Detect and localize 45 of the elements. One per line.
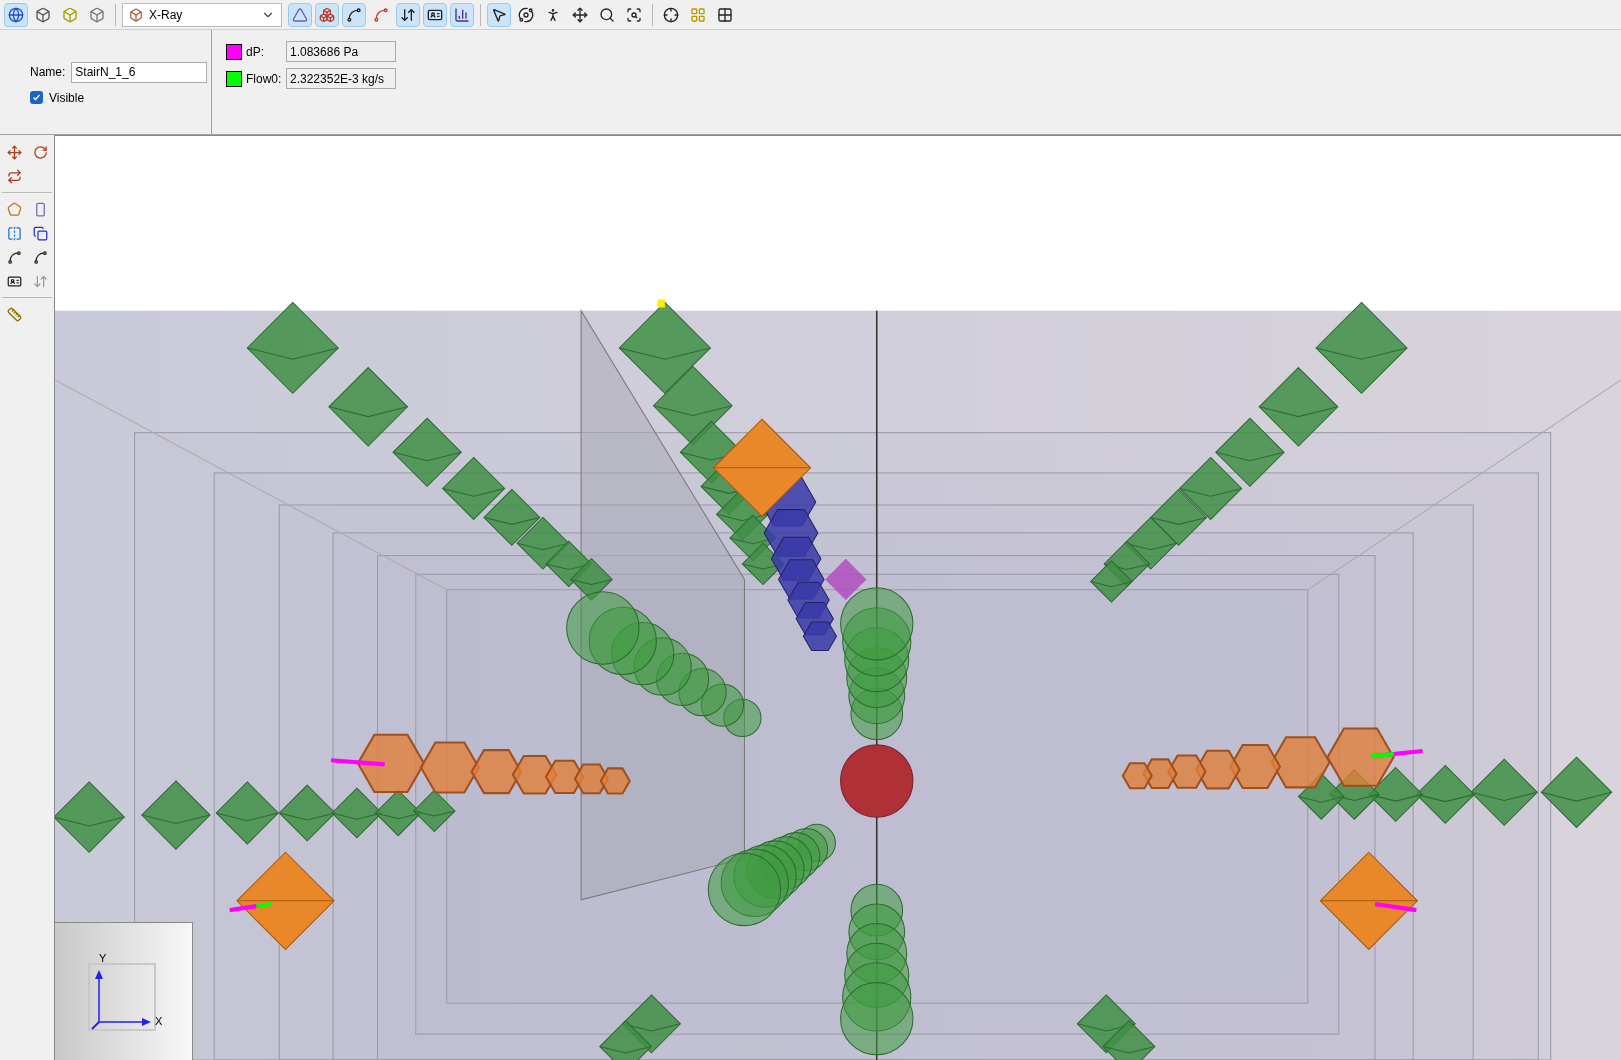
legend-label: dP:	[246, 43, 265, 61]
path-icon	[373, 6, 389, 23]
cube-icon	[62, 6, 78, 23]
x-axis-label: X	[155, 1016, 163, 1027]
cube-icon	[35, 6, 51, 23]
rotate-icon	[32, 144, 48, 160]
checkmark-icon	[32, 93, 41, 102]
blocks-icon	[319, 6, 335, 23]
toolbar-button[interactable]	[487, 2, 511, 27]
y-axis-label: Y	[99, 953, 107, 964]
card-icon	[6, 273, 22, 289]
legend-value-field: 2.322352E-3 kg/s	[286, 68, 396, 89]
toolbar-button[interactable]	[4, 2, 28, 27]
visible-checkbox[interactable]	[30, 91, 43, 104]
move-icon	[6, 144, 22, 160]
view-mode-dropdown[interactable]: X-Ray	[122, 2, 282, 27]
legend-value-field: 1.083686 Pa	[286, 41, 396, 62]
toolbar-button[interactable]	[423, 2, 447, 27]
panels-icon	[32, 225, 48, 241]
arrows-icon	[32, 273, 48, 289]
name-label: Name:	[30, 64, 66, 81]
grid-icon	[690, 6, 706, 23]
toolbar-button[interactable]	[342, 2, 366, 27]
grid-icon	[717, 6, 733, 23]
globe-icon	[8, 6, 24, 23]
crosshair-icon	[663, 6, 679, 23]
path-icon	[6, 249, 22, 265]
visible-label: Visible	[49, 89, 85, 107]
orbit-icon	[518, 6, 534, 23]
path-icon	[32, 249, 48, 265]
cube-icon	[89, 6, 105, 23]
cube-icon	[129, 7, 143, 22]
legend-label: Flow0:	[246, 70, 282, 88]
name-input[interactable]: StairN_1_6	[71, 61, 208, 83]
chart-icon	[454, 6, 470, 23]
arrows-icon	[400, 6, 416, 23]
move-icon	[572, 6, 588, 23]
toolbar-button[interactable]	[450, 2, 474, 27]
zoom-region-icon	[626, 6, 642, 23]
toolbar-button[interactable]	[396, 2, 420, 27]
path-icon	[346, 6, 362, 23]
zoom-icon	[599, 6, 615, 23]
shape-icon	[6, 201, 22, 217]
ruler-icon	[6, 306, 22, 322]
pointer-icon	[491, 6, 507, 23]
